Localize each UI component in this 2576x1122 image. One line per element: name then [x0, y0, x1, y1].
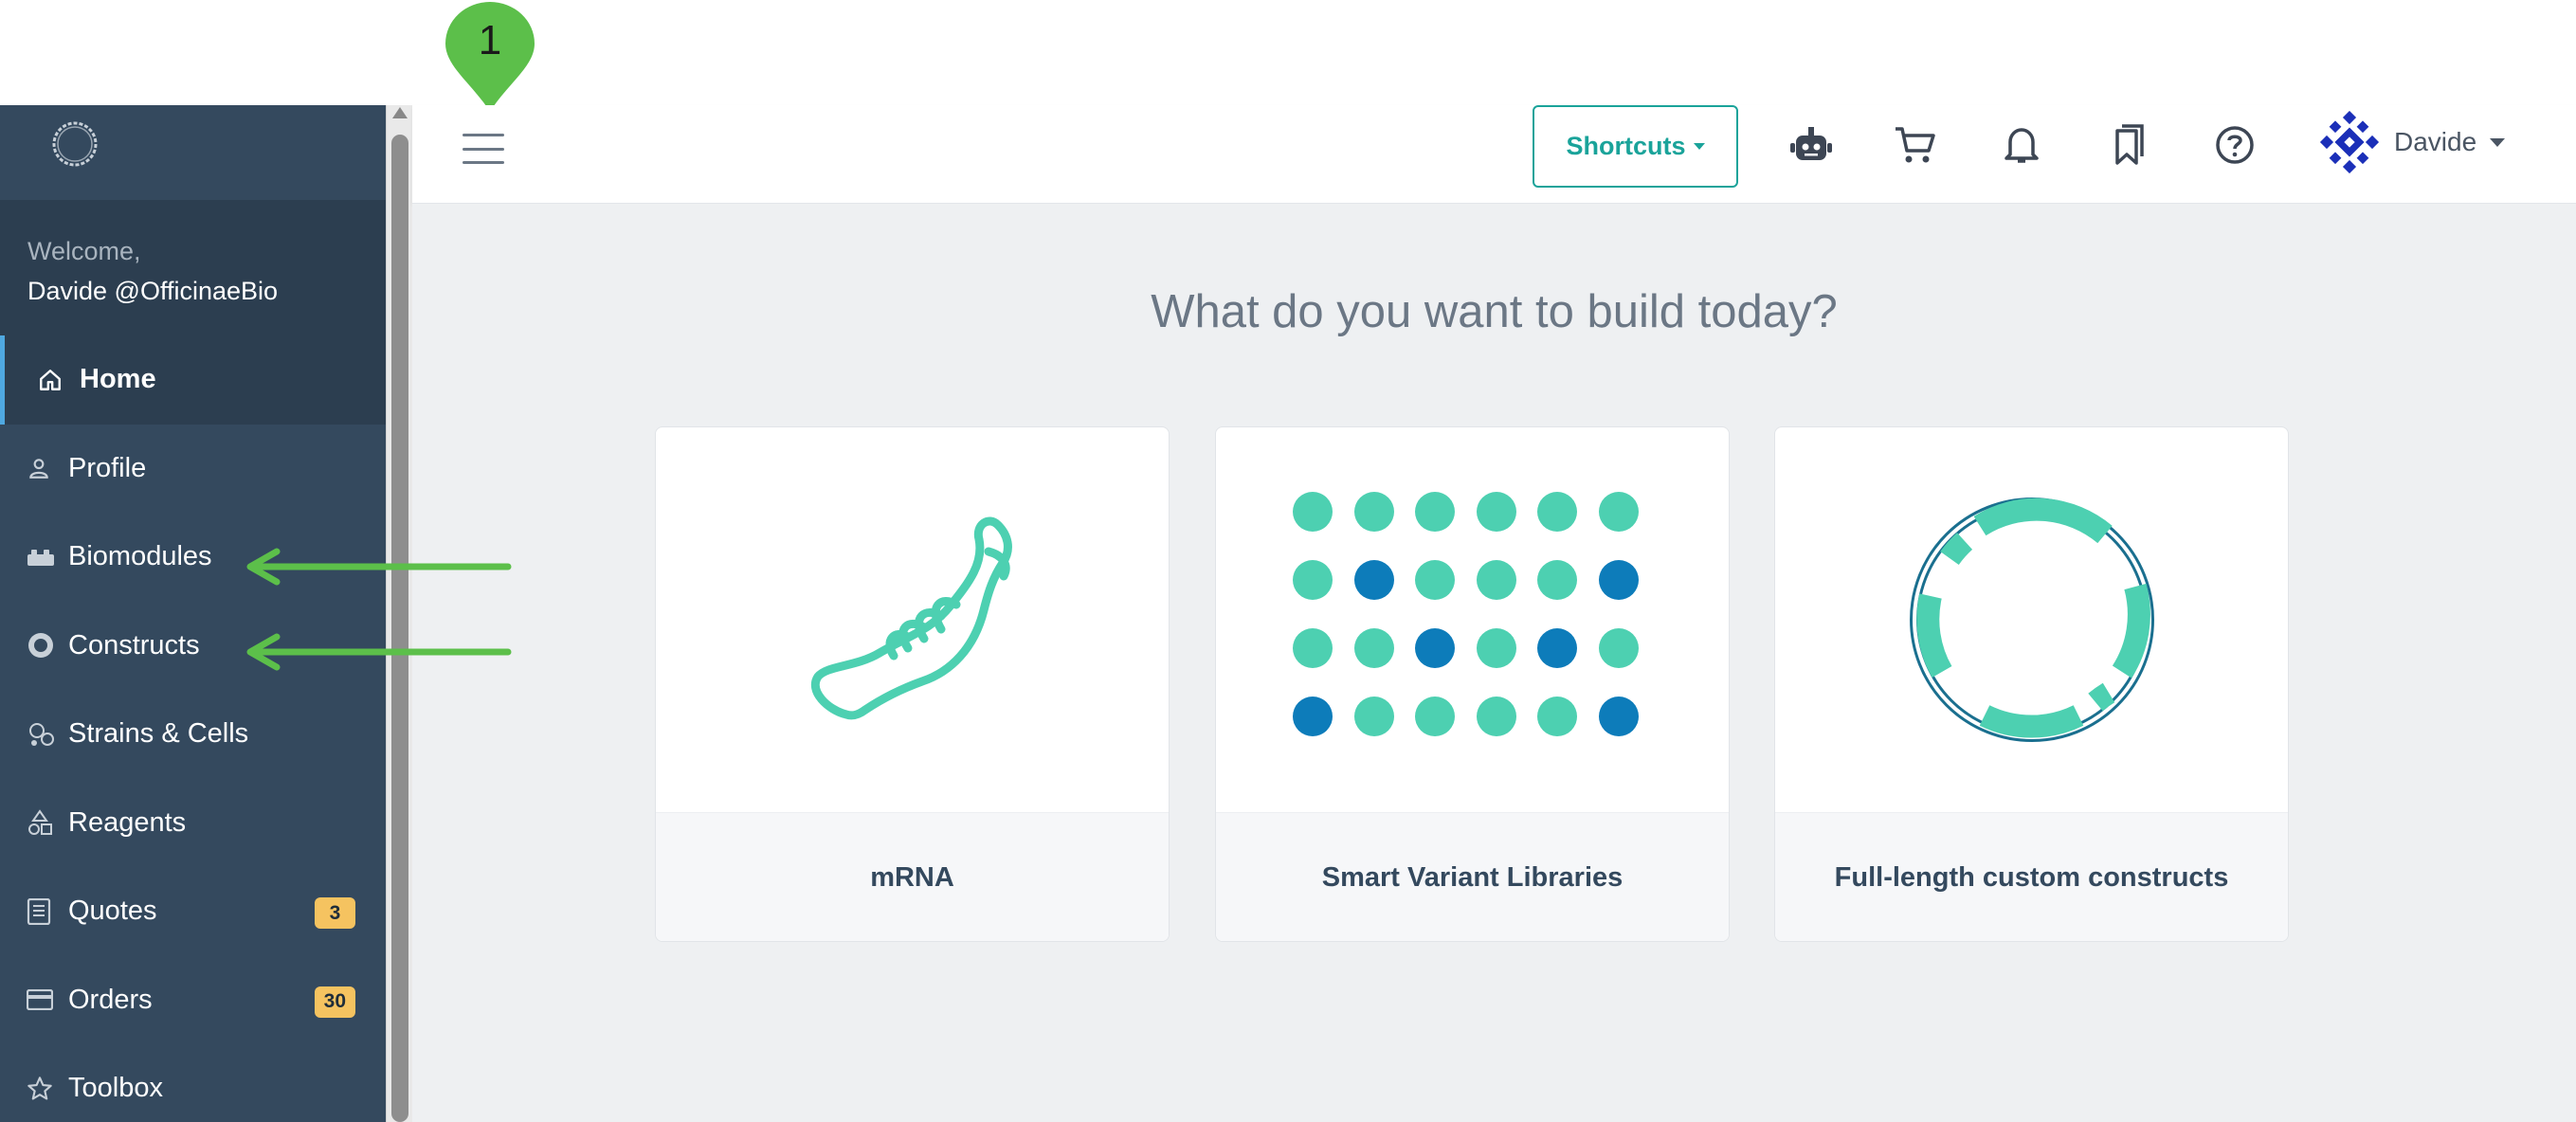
sidebar-item-label: Profile — [68, 452, 147, 483]
sidebar-item-label: Quotes — [68, 896, 157, 927]
bell-icon[interactable] — [1995, 118, 2048, 172]
app-logo-icon[interactable] — [49, 118, 100, 170]
home-icon — [38, 364, 76, 396]
card-full-length-custom-constructs[interactable]: Full-length custom constructs — [1774, 426, 2289, 942]
cart-icon[interactable] — [1888, 118, 1941, 172]
page-title: What do you want to build today? — [1151, 286, 1838, 337]
sidebar-item-label: Biomodules — [68, 541, 212, 572]
card-label: Smart Variant Libraries — [1216, 812, 1729, 941]
blocks-icon — [27, 541, 64, 573]
shortcuts-label: Shortcuts — [1566, 132, 1686, 160]
step-marker-number: 1 — [478, 17, 502, 63]
card-label: mRNA — [656, 812, 1169, 941]
chevron-down-icon — [2490, 137, 2506, 147]
sidebar-item-toolbox[interactable]: Toolbox — [0, 1044, 386, 1122]
user-menu[interactable]: Davide — [2318, 111, 2506, 173]
variant-dots-icon — [1216, 427, 1729, 812]
sidebar: Welcome, Davide @OfficinaeBio Home Profi… — [0, 105, 386, 1122]
hamburger-menu-icon[interactable] — [463, 130, 504, 168]
top-header: Shortcuts Davide — [412, 105, 2576, 204]
welcome-text: Welcome, — [27, 237, 141, 265]
sidebar-item-strains-cells[interactable]: Strains & Cells — [0, 690, 386, 779]
sidebar-item-label: Reagents — [68, 806, 187, 838]
plasmid-ring-icon — [1775, 427, 2288, 812]
star-icon — [27, 1073, 64, 1105]
mrna-icon — [656, 427, 1169, 812]
sidebar-item-label: Orders — [68, 984, 153, 1015]
card-icon — [27, 984, 64, 1016]
scroll-thumb[interactable] — [391, 135, 408, 1122]
robot-icon[interactable] — [1785, 118, 1838, 172]
sidebar-item-profile[interactable]: Profile — [0, 425, 386, 514]
annotation-arrow-biomodules — [246, 548, 512, 586]
card-smart-variant-libraries[interactable]: Smart Variant Libraries — [1215, 426, 1730, 942]
caret-down-icon — [1693, 143, 1705, 150]
sidebar-logo-area — [0, 105, 386, 200]
sidebar-item-orders[interactable]: Orders 30 — [0, 956, 386, 1045]
annotation-arrow-constructs — [246, 633, 512, 671]
welcome-user: Davide @OfficinaeBio — [27, 277, 279, 305]
sidebar-item-reagents[interactable]: Reagents — [0, 779, 386, 868]
sidebar-item-home[interactable]: Home — [0, 335, 386, 425]
sidebar-item-label: Home — [80, 364, 156, 395]
user-icon — [27, 452, 64, 484]
sidebar-item-label: Constructs — [68, 629, 200, 661]
scroll-up-arrow[interactable] — [392, 107, 408, 118]
cells-icon — [27, 718, 64, 751]
help-icon[interactable] — [2208, 118, 2261, 172]
main-content: What do you want to build today? mRNA Sm… — [412, 204, 2576, 1122]
shapes-icon — [27, 806, 64, 839]
avatar — [2319, 111, 2380, 173]
card-label: Full-length custom constructs — [1775, 812, 2288, 941]
bookmarks-icon[interactable] — [2101, 118, 2154, 172]
user-name: Davide — [2394, 127, 2477, 156]
sidebar-item-quotes[interactable]: Quotes 3 — [0, 867, 386, 956]
sidebar-item-label: Strains & Cells — [68, 718, 249, 750]
welcome-block: Welcome, Davide @OfficinaeBio — [0, 200, 386, 335]
sidebar-scrollbar[interactable] — [386, 105, 412, 1122]
shortcuts-button[interactable]: Shortcuts — [1533, 105, 1738, 188]
plasmid-icon — [27, 629, 64, 661]
card-mrna[interactable]: mRNA — [655, 426, 1170, 942]
orders-count-badge: 30 — [314, 986, 355, 1018]
sidebar-item-label: Toolbox — [68, 1073, 163, 1104]
quotes-count-badge: 3 — [315, 897, 355, 929]
document-icon — [27, 896, 64, 928]
